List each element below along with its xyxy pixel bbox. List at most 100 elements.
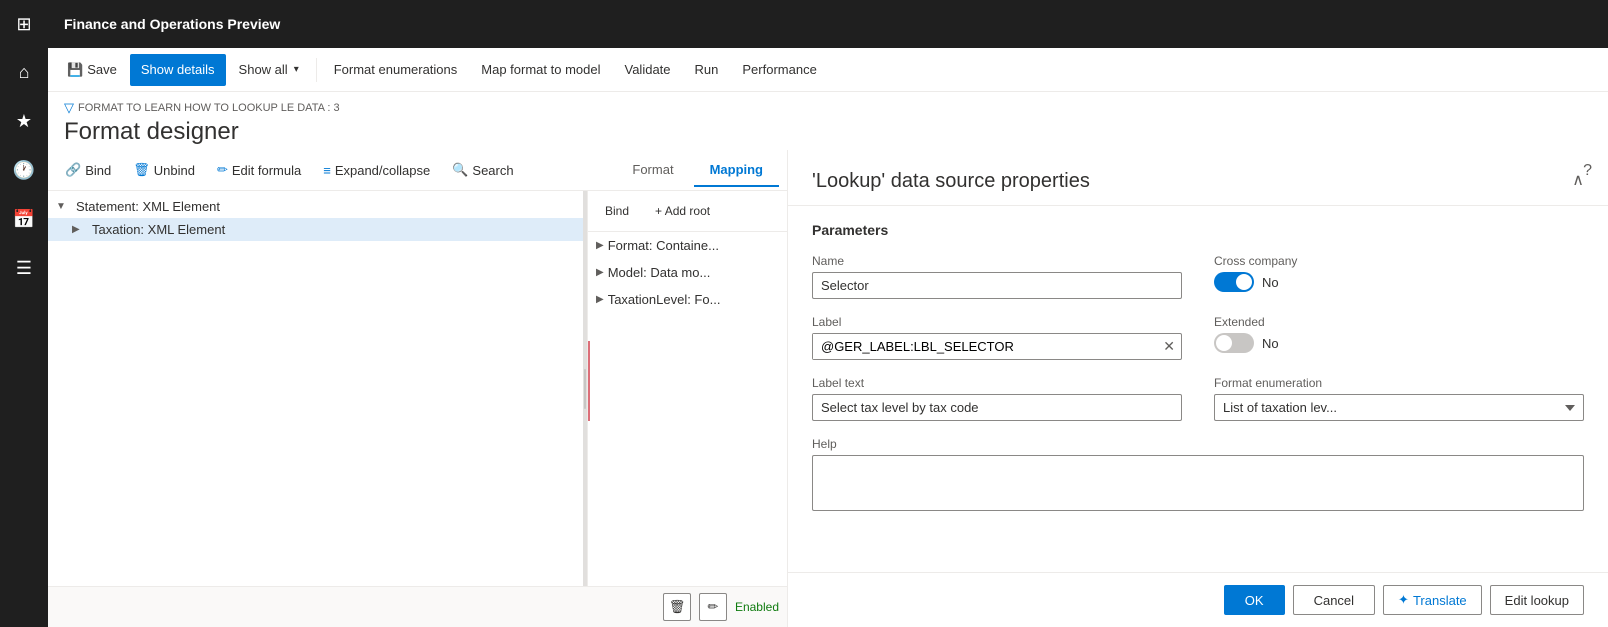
- map-format-button[interactable]: Map format to model: [470, 54, 611, 86]
- name-label: Name: [812, 254, 1182, 268]
- delete-button[interactable]: 🗑: [663, 593, 691, 621]
- bind-sub-button[interactable]: Bind: [596, 197, 638, 225]
- tree-panel: 🔗 Bind 🗑 Unbind ✏ Edit formula ≡ Expand/…: [48, 150, 788, 627]
- extended-label: Extended: [1214, 315, 1584, 329]
- show-all-button[interactable]: Show all: [228, 54, 310, 86]
- name-field-group: Name: [812, 254, 1182, 299]
- name-input[interactable]: [812, 272, 1182, 299]
- cross-company-label: Cross company: [1214, 254, 1584, 268]
- mapping-item[interactable]: ▶ TaxationLevel: Fo...: [588, 286, 787, 313]
- extended-group: Extended No: [1214, 315, 1584, 360]
- label-field-group: Label ✕: [812, 315, 1182, 360]
- cross-company-toggle[interactable]: [1214, 272, 1254, 292]
- tree-container: ▼ Statement: XML Element ▶ Taxation: XML…: [48, 191, 583, 586]
- app-title: Finance and Operations Preview: [64, 16, 280, 32]
- help-field-group: Help: [812, 437, 1584, 511]
- translate-button[interactable]: ✦ Translate: [1383, 585, 1482, 615]
- sidebar-item-recent[interactable]: 🕐: [0, 146, 48, 195]
- sidebar-item-list[interactable]: ☰: [0, 244, 48, 293]
- sidebar: ⊞ ⌂ ★ 🕐 📅 ☰: [0, 0, 48, 627]
- unbind-icon: 🗑: [133, 162, 150, 178]
- edit-lookup-button[interactable]: Edit lookup: [1490, 585, 1584, 615]
- cancel-button[interactable]: Cancel: [1293, 585, 1375, 615]
- sidebar-item-favorites[interactable]: ★: [0, 97, 48, 146]
- clear-icon[interactable]: ✕: [1157, 338, 1181, 355]
- collapse-icon: ▼: [56, 201, 72, 212]
- tab-mapping[interactable]: Mapping: [694, 154, 779, 187]
- extended-toggle[interactable]: [1214, 333, 1254, 353]
- arrow-icon: ▶: [596, 267, 604, 278]
- tab-format[interactable]: Format: [616, 154, 689, 187]
- expand-icon: ▶: [72, 224, 88, 235]
- tree-bottom-toolbar: 🗑 ✏ Enabled: [48, 586, 787, 627]
- edit-formula-icon: ✏: [217, 162, 228, 178]
- extended-value: No: [1262, 336, 1279, 351]
- filter-icon: ▽: [64, 100, 74, 116]
- lookup-footer: OK Cancel ✦ Translate Edit lookup: [788, 572, 1608, 627]
- main-toolbar: 💾 Save Show details Show all Format enum…: [48, 48, 1608, 92]
- page-header: ▽ FORMAT TO LEARN HOW TO LOOKUP LE DATA …: [48, 92, 1608, 150]
- main-content: Finance and Operations Preview 💾 Save Sh…: [48, 0, 1608, 627]
- lookup-properties-panel: ? 'Lookup' data source properties ∧ Para…: [788, 150, 1608, 627]
- label-input[interactable]: [813, 334, 1157, 359]
- sidebar-item-home[interactable]: ⌂: [0, 48, 48, 97]
- separator-1: [316, 58, 317, 82]
- run-button[interactable]: Run: [684, 54, 730, 86]
- tree-item[interactable]: ▶ Taxation: XML Element: [48, 218, 583, 241]
- bind-button[interactable]: 🔗 Bind: [56, 156, 120, 184]
- search-icon: 🔍: [452, 162, 468, 178]
- expand-collapse-button[interactable]: ≡ Expand/collapse: [314, 156, 439, 184]
- page-title: Format designer: [64, 118, 1592, 146]
- unbind-button[interactable]: 🗑 Unbind: [124, 156, 204, 184]
- format-enumerations-button[interactable]: Format enumerations: [323, 54, 469, 86]
- expand-collapse-icon: ≡: [323, 163, 331, 178]
- add-root-button[interactable]: + Add root: [646, 197, 719, 225]
- label-label: Label: [812, 315, 1182, 329]
- save-icon: 💾: [67, 62, 83, 78]
- grid-icon: ⊞: [16, 14, 31, 35]
- params-grid: Name Cross company No: [812, 254, 1584, 511]
- help-textarea[interactable]: [812, 455, 1584, 511]
- help-icon[interactable]: ?: [1583, 162, 1592, 180]
- enabled-badge: Enabled: [735, 600, 779, 614]
- sidebar-item-calendar[interactable]: 📅: [0, 195, 48, 244]
- format-enum-select[interactable]: List of taxation lev...: [1214, 394, 1584, 421]
- edit-button[interactable]: ✏: [699, 593, 727, 621]
- extended-toggle-row: No: [1214, 333, 1584, 353]
- label-text-label: Label text: [812, 376, 1182, 390]
- help-label: Help: [812, 437, 1584, 451]
- translate-icon: ✦: [1398, 592, 1409, 608]
- cross-company-group: Cross company No: [1214, 254, 1584, 299]
- arrow-icon: ▶: [596, 240, 604, 251]
- mapping-item[interactable]: ▶ Format: Containe...: [588, 232, 787, 259]
- save-button[interactable]: 💾 Save: [56, 54, 128, 86]
- show-details-button[interactable]: Show details: [130, 54, 226, 86]
- edit-formula-button[interactable]: ✏ Edit formula: [208, 156, 310, 184]
- sub-toolbar: 🔗 Bind 🗑 Unbind ✏ Edit formula ≡ Expand/…: [48, 150, 787, 191]
- ok-button[interactable]: OK: [1224, 585, 1285, 615]
- mapping-panel: Bind + Add root ▶ Format: Containe... ▶ …: [587, 191, 787, 586]
- lookup-panel-title: 'Lookup' data source properties: [812, 170, 1090, 193]
- parameters-title: Parameters: [812, 222, 1584, 238]
- breadcrumb: ▽ FORMAT TO LEARN HOW TO LOOKUP LE DATA …: [64, 100, 1592, 116]
- format-enum-group: Format enumeration List of taxation lev.…: [1214, 376, 1584, 421]
- top-bar: Finance and Operations Preview: [48, 0, 1608, 48]
- lookup-header: 'Lookup' data source properties ∧: [788, 150, 1608, 206]
- label-text-input[interactable]: [812, 394, 1182, 421]
- app-menu-button[interactable]: ⊞: [0, 0, 48, 48]
- cross-company-value: No: [1262, 275, 1279, 290]
- label-input-wrapper: ✕: [812, 333, 1182, 360]
- search-button[interactable]: 🔍 Search: [443, 156, 522, 184]
- divider-marker: [588, 341, 590, 421]
- arrow-icon: ▶: [596, 294, 604, 305]
- cross-company-toggle-row: No: [1214, 272, 1584, 292]
- mapping-item[interactable]: ▶ Model: Data mo...: [588, 259, 787, 286]
- performance-button[interactable]: Performance: [731, 54, 827, 86]
- label-text-group: Label text: [812, 376, 1182, 421]
- content-area: 🔗 Bind 🗑 Unbind ✏ Edit formula ≡ Expand/…: [48, 150, 1608, 627]
- validate-button[interactable]: Validate: [614, 54, 682, 86]
- parameters-section: Parameters Name Cross company: [788, 206, 1608, 572]
- bind-icon: 🔗: [65, 162, 81, 178]
- format-enum-label: Format enumeration: [1214, 376, 1584, 390]
- tree-item[interactable]: ▼ Statement: XML Element: [48, 195, 583, 218]
